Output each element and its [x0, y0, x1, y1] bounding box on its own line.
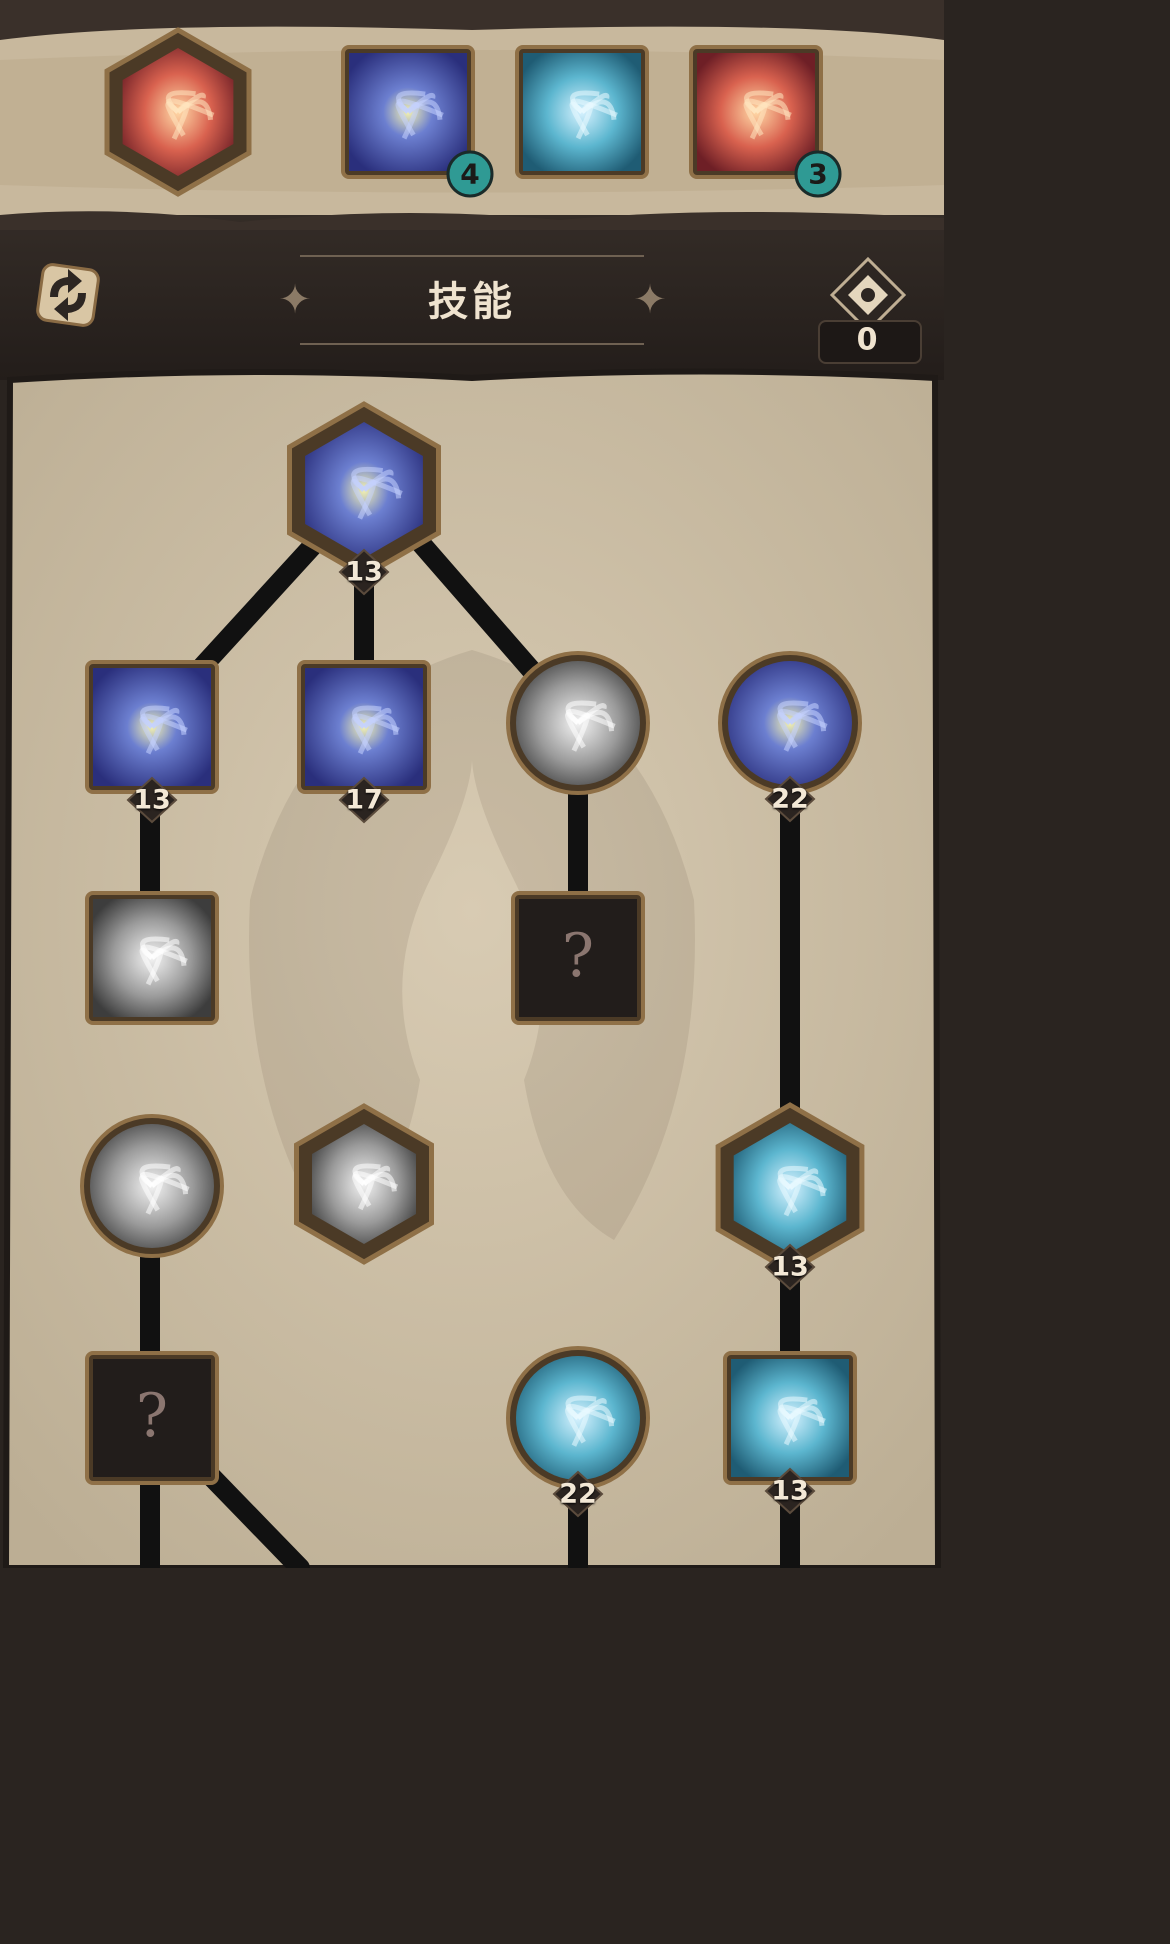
question-mark-icon: ? — [562, 921, 594, 991]
count-badge-value: 4 — [460, 157, 480, 191]
skill-node-gray-strike[interactable] — [85, 891, 219, 1025]
cycle-icon[interactable] — [28, 255, 108, 335]
title-ornament-left: ✦ — [278, 277, 312, 323]
ice-scythe-skill[interactable] — [515, 45, 649, 179]
skill-level: 13 — [133, 784, 171, 816]
question-mark-icon: ? — [136, 1381, 168, 1451]
skill-level: 13 — [771, 1251, 809, 1283]
skill-node-gray-knight-circle[interactable] — [80, 1114, 224, 1258]
skill-level: 22 — [559, 1478, 597, 1510]
skill-points-count: 0 — [856, 322, 878, 358]
skill-node-locked-2[interactable]: ? — [85, 1351, 219, 1485]
skill-level: 17 — [345, 784, 383, 816]
skill-level: 13 — [771, 1475, 809, 1507]
title-rule-top — [300, 255, 644, 257]
skill-node-locked-1[interactable]: ? — [511, 891, 645, 1025]
skill-level: 13 — [345, 556, 383, 588]
page-title: 技能 — [428, 279, 516, 325]
skill-node-shadow-swirl[interactable] — [506, 651, 650, 795]
title-rule-bottom — [300, 343, 644, 345]
skill-level: 22 — [771, 783, 809, 815]
count-badge-value: 3 — [808, 157, 828, 191]
title-ornament-right: ✦ — [633, 277, 667, 323]
